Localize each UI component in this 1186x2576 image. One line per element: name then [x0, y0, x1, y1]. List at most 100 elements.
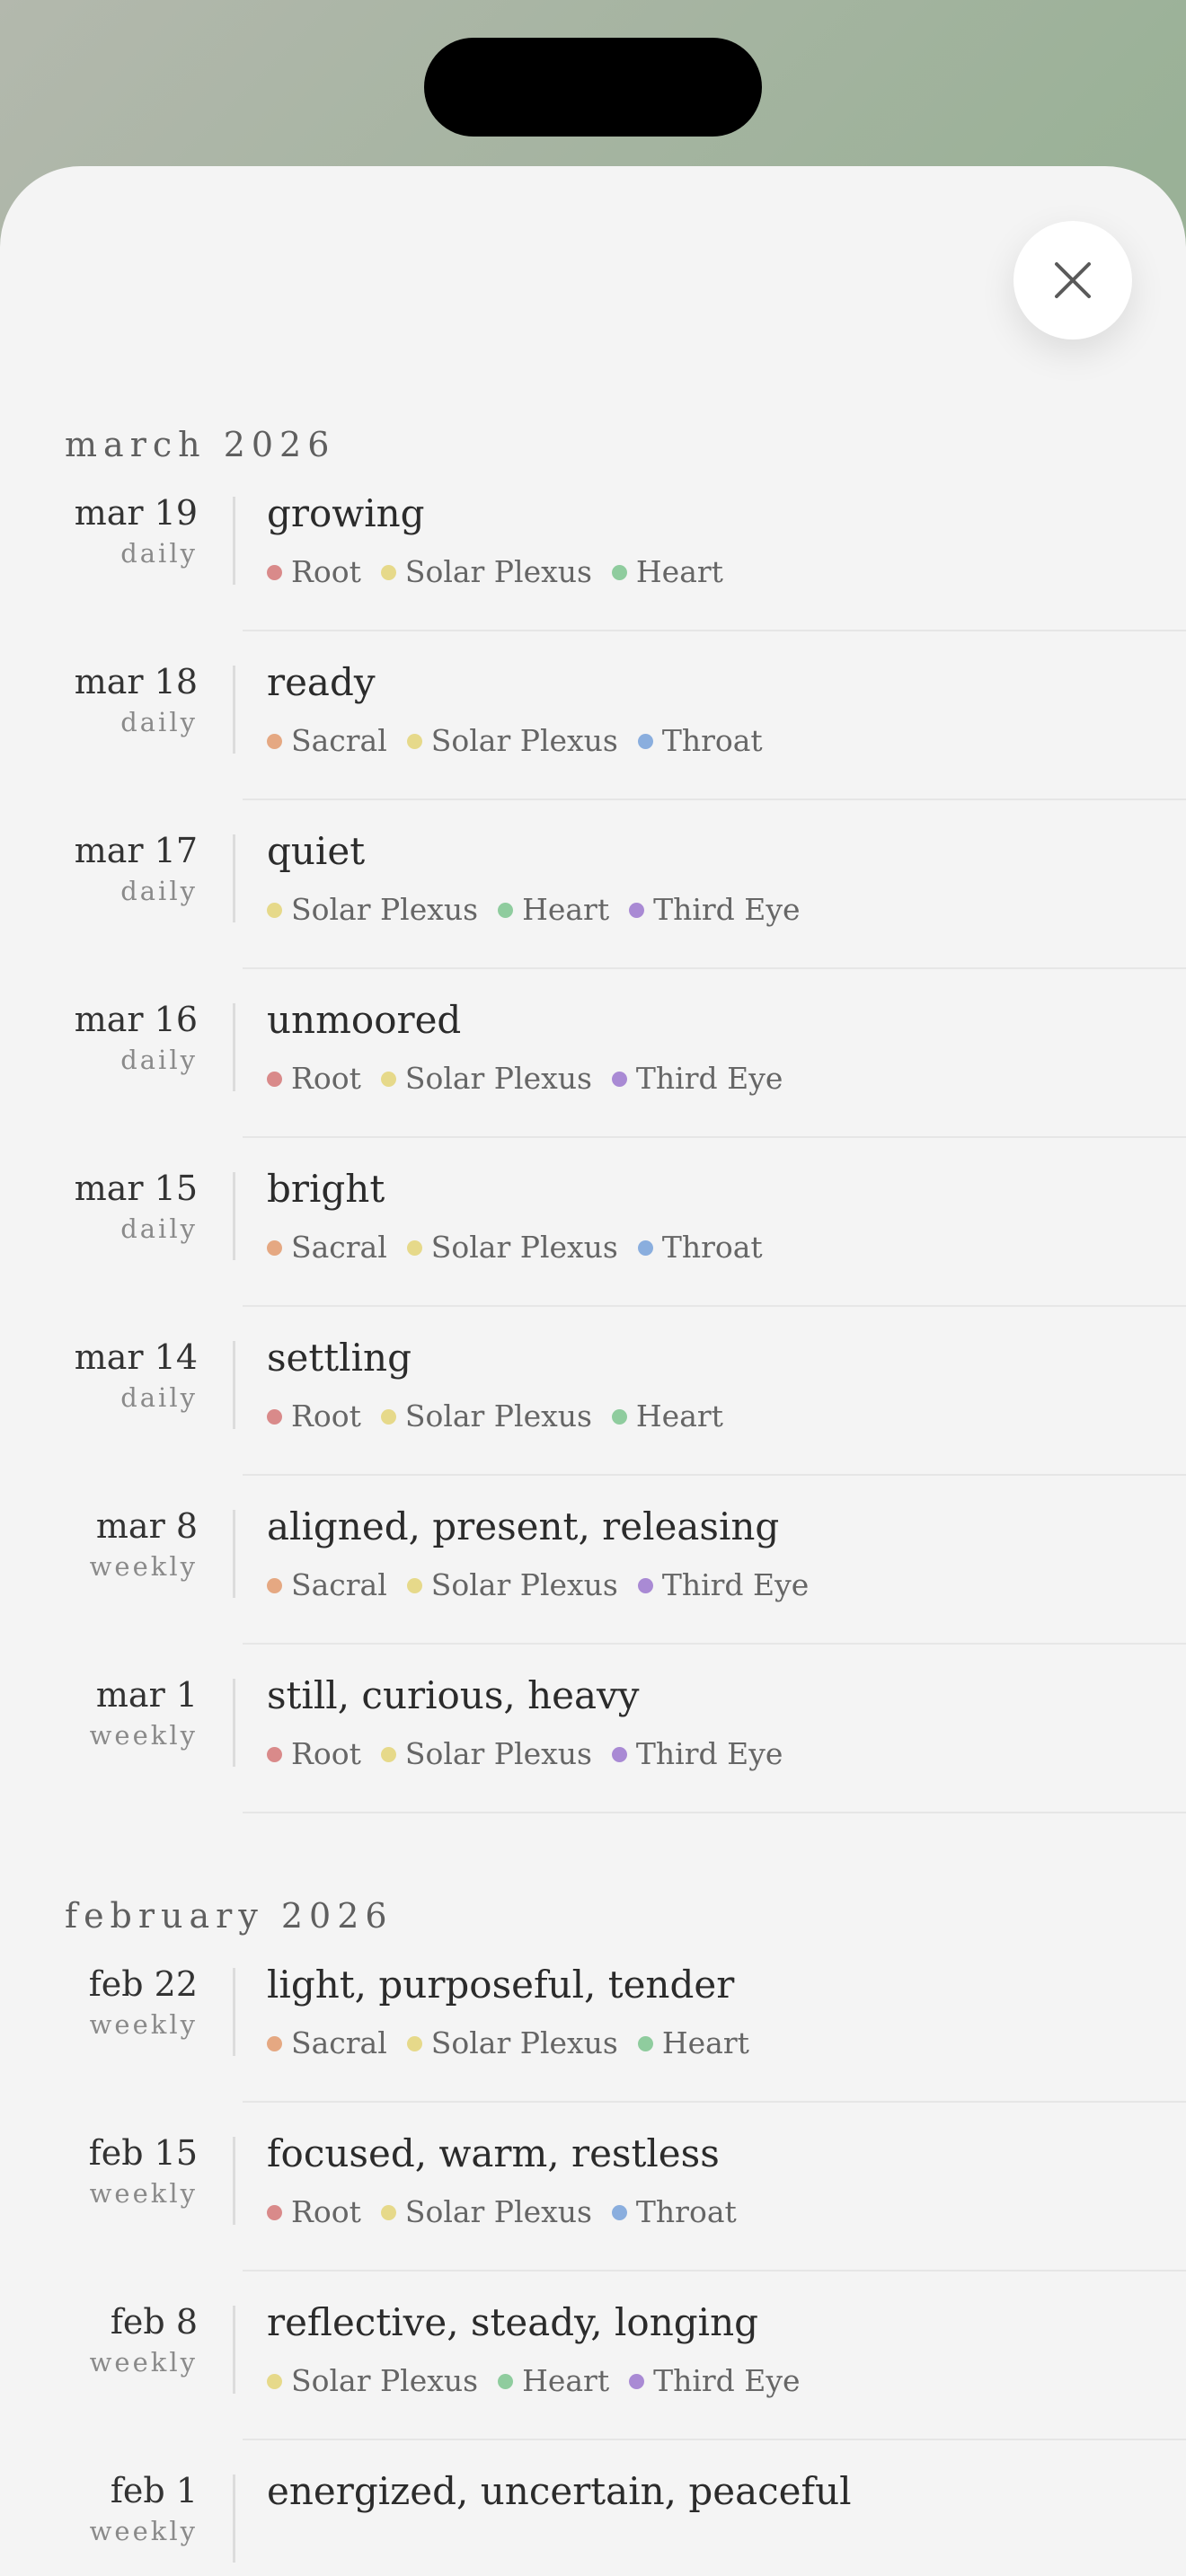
chakra-tags: Root Solar Plexus Third Eye — [267, 1736, 802, 1772]
row-divider — [243, 2101, 1186, 2103]
entry-date-column: mar 19 daily — [0, 493, 198, 569]
chakra-tag-label: Solar Plexus — [430, 723, 618, 758]
chakra-dot-icon — [267, 1408, 282, 1425]
journal-entry[interactable]: feb 22 weekly light, purposeful, tender Sac… — [0, 1963, 1186, 2133]
chakra-dot-icon — [498, 2373, 514, 2389]
chakra-tag: Throat — [637, 1230, 763, 1266]
chakra-dot-icon — [611, 1746, 627, 1762]
chakra-dot-icon — [637, 2035, 653, 2051]
chakra-dot-icon — [629, 2373, 645, 2389]
entries-list: march 2026 mar 19 daily growing Root Solar Pl… — [0, 427, 1186, 2576]
row-divider — [243, 1643, 1186, 1645]
chakra-tag-label: Solar Plexus — [404, 1398, 592, 1434]
entry-divider-line — [233, 1172, 235, 1260]
chakra-tag-label: Solar Plexus — [404, 554, 592, 589]
month-header: february 2026 — [65, 1896, 394, 1936]
chakra-tag-label: Heart — [522, 892, 610, 927]
chakra-tag: Sacral — [267, 1567, 387, 1603]
chakra-tag-label: Heart — [522, 2363, 610, 2398]
entry-date-column: mar 14 daily — [0, 1337, 198, 1413]
chakra-dot-icon — [267, 902, 282, 918]
chakra-dot-icon — [267, 1577, 282, 1593]
entry-kind: daily — [120, 707, 198, 737]
month-header: march 2026 — [65, 425, 336, 464]
chakra-tag: Solar Plexus — [380, 2194, 592, 2230]
chakra-tag: Throat — [611, 2194, 737, 2230]
journal-entry[interactable]: mar 17 daily quiet Solar Plexus Heart Third E… — [0, 829, 1186, 1000]
chakra-dot-icon — [406, 2035, 422, 2051]
entry-title: still, curious, heavy — [267, 1673, 640, 1717]
journal-entry[interactable]: mar 15 daily bright Sacral Solar Plexus Throa… — [0, 1167, 1186, 1337]
entry-title: light, purposeful, tender — [267, 1963, 735, 2007]
journal-entry[interactable]: feb 15 weekly focused, warm, restless Root S… — [0, 2131, 1186, 2302]
entry-date-column: mar 15 daily — [0, 1169, 198, 1244]
journal-entry[interactable]: feb 1 weekly energized, uncertain, peacefu… — [0, 2469, 1186, 2576]
entry-date: mar 17 — [74, 831, 198, 870]
row-divider — [243, 1812, 1186, 1813]
journal-entry[interactable]: mar 8 weekly aligned, present, releasing Sa… — [0, 1504, 1186, 1675]
entry-kind: daily — [120, 538, 198, 569]
entry-title: settling — [267, 1336, 412, 1380]
row-divider — [243, 1136, 1186, 1138]
chakra-tag: Solar Plexus — [406, 1567, 618, 1603]
entry-date: feb 1 — [110, 2471, 198, 2510]
close-button[interactable] — [1013, 221, 1132, 340]
entry-divider-line — [233, 2306, 235, 2394]
chakra-tag-label: Root — [291, 1398, 361, 1434]
entry-kind: daily — [120, 1213, 198, 1244]
chakra-tag-label: Throat — [635, 2194, 737, 2229]
chakra-tag: Solar Plexus — [380, 1736, 592, 1772]
chakra-dot-icon — [267, 2204, 282, 2220]
close-icon — [1055, 262, 1091, 298]
chakra-tag-label: Third Eye — [635, 1061, 783, 1096]
chakra-dot-icon — [380, 1746, 396, 1762]
chakra-tag: Solar Plexus — [406, 2025, 618, 2061]
chakra-dot-icon — [498, 902, 514, 918]
chakra-tag: Third Eye — [611, 1736, 783, 1772]
entry-divider-line — [233, 1003, 235, 1091]
entry-date: feb 22 — [88, 1964, 198, 2004]
chakra-tags: Root Solar Plexus Throat — [267, 2194, 757, 2230]
chakra-tag-label: Sacral — [291, 2025, 387, 2060]
chakra-tags: Solar Plexus Heart Third Eye — [267, 2363, 820, 2399]
chakra-tag-label: Third Eye — [653, 2363, 801, 2398]
journal-entry[interactable]: mar 1 weekly still, curious, heavy Root Sola… — [0, 1673, 1186, 1844]
chakra-tag: Solar Plexus — [380, 1061, 592, 1097]
chakra-tag: Root — [267, 1061, 361, 1097]
chakra-tag-label: Solar Plexus — [404, 2194, 592, 2229]
chakra-tag-label: Solar Plexus — [430, 1567, 618, 1602]
chakra-tag-label: Solar Plexus — [404, 1736, 592, 1771]
journal-entry[interactable]: mar 16 daily unmoored Root Solar Plexus Third… — [0, 998, 1186, 1169]
journal-entry[interactable]: feb 8 weekly reflective, steady, longing So… — [0, 2300, 1186, 2471]
chakra-tag: Heart — [498, 892, 609, 928]
journal-entry[interactable]: mar 14 daily settling Root Solar Plexus Heart — [0, 1336, 1186, 1506]
entry-kind: daily — [120, 1045, 198, 1075]
chakra-dot-icon — [637, 1239, 653, 1256]
entry-date-column: feb 8 weekly — [0, 2302, 198, 2378]
entry-kind: weekly — [89, 2347, 198, 2378]
chakra-tag-label: Third Eye — [635, 1736, 783, 1771]
chakra-tag-label: Heart — [661, 2025, 749, 2060]
journal-entry[interactable]: mar 18 daily ready Sacral Solar Plexus Throat — [0, 660, 1186, 831]
journal-entry[interactable]: mar 19 daily growing Root Solar Plexus Heart — [0, 491, 1186, 662]
chakra-tags: Root Solar Plexus Heart — [267, 554, 743, 590]
entry-date: feb 8 — [110, 2302, 198, 2342]
row-divider — [243, 630, 1186, 631]
chakra-dot-icon — [267, 1239, 282, 1256]
chakra-dot-icon — [380, 1408, 396, 1425]
chakra-tags: Root Solar Plexus Heart — [267, 1398, 743, 1434]
entry-kind: weekly — [89, 1720, 198, 1751]
chakra-tag: Sacral — [267, 2025, 387, 2061]
entry-date-column: mar 18 daily — [0, 662, 198, 737]
chakra-tag-label: Sacral — [291, 723, 387, 758]
chakra-tag: Throat — [637, 723, 763, 759]
entry-date-column: mar 1 weekly — [0, 1675, 198, 1751]
entry-kind: weekly — [89, 2009, 198, 2040]
chakra-tag-label: Heart — [635, 1398, 723, 1434]
chakra-tag-label: Solar Plexus — [430, 2025, 618, 2060]
chakra-dot-icon — [611, 1408, 627, 1425]
chakra-tags: Sacral Solar Plexus Throat — [267, 723, 783, 759]
entry-date: mar 18 — [74, 662, 198, 701]
entry-divider-line — [233, 1679, 235, 1767]
entry-divider-line — [233, 1968, 235, 2056]
